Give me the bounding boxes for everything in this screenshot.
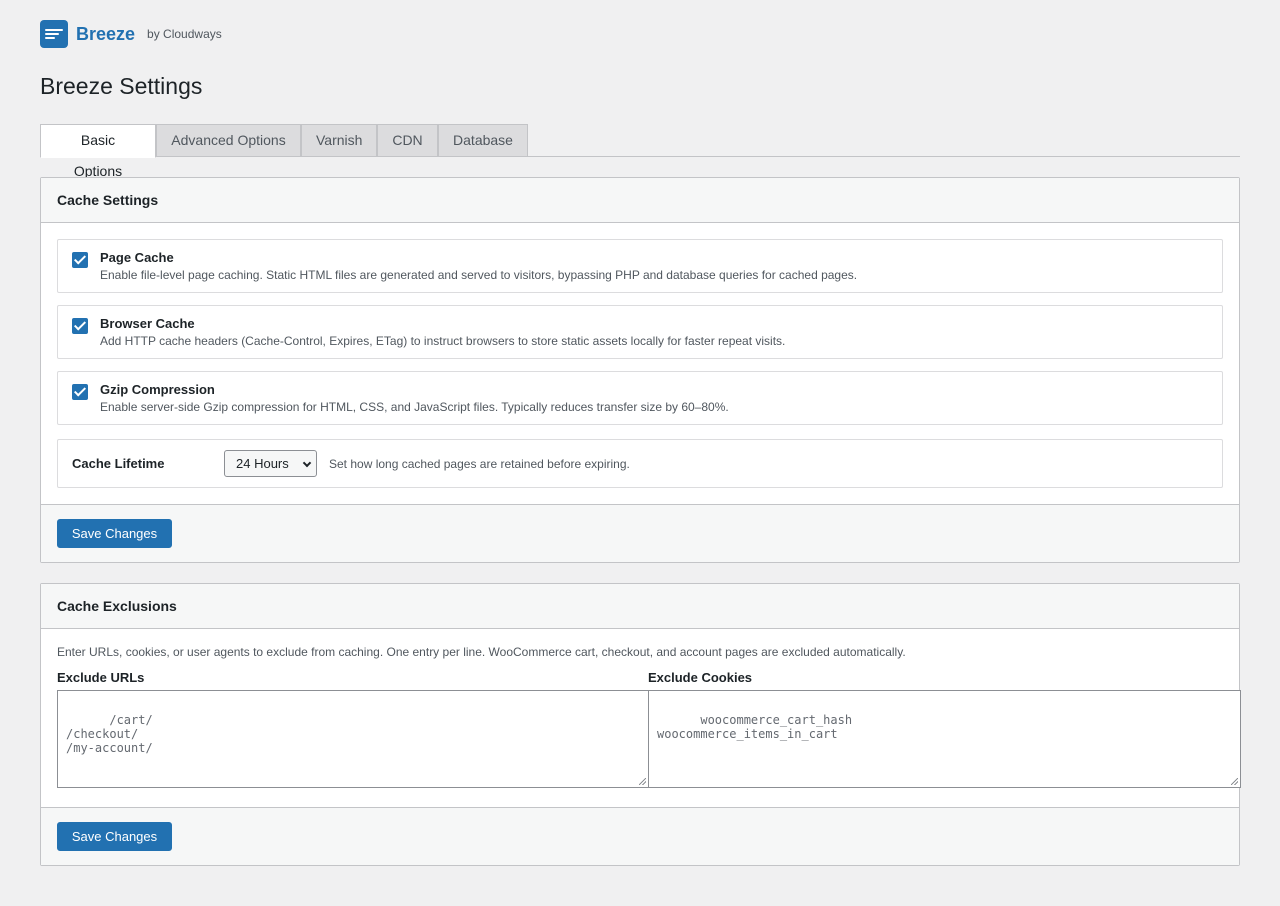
brand-name: Breeze	[76, 23, 136, 44]
page-cache-checkbox[interactable]	[72, 252, 88, 268]
chevron-down-icon	[302, 458, 312, 468]
cache-exclusions-footer: Save Changes	[41, 807, 1239, 865]
tab-varnish[interactable]: Varnish	[301, 124, 377, 157]
tab-advanced-options[interactable]: Advanced Options	[156, 124, 301, 157]
cache-settings-footer: Save Changes	[41, 504, 1239, 562]
page-cache-option: Page Cache Enable file-level page cachin…	[57, 239, 1223, 293]
cache-lifetime-help: Set how long cached pages are retained b…	[329, 457, 630, 471]
cache-exclusions-panel: Cache Exclusions Enter URLs, cookies, or…	[40, 583, 1241, 866]
exclude-urls-value: /cart/ /checkout/ /my-account/	[66, 713, 153, 755]
tab-database[interactable]: Database	[438, 124, 528, 157]
tab-basic-options[interactable]: Basic Options	[40, 124, 156, 179]
option-title: Page Cache	[100, 250, 174, 265]
exclude-cookies-label: Exclude Cookies	[648, 670, 753, 685]
cache-lifetime-row: Cache Lifetime 24 Hours Set how long cac…	[57, 439, 1223, 488]
exclusions-intro: Enter URLs, cookies, or user agents to e…	[57, 645, 906, 659]
resize-handle-icon[interactable]	[639, 778, 646, 785]
resize-handle-icon[interactable]	[1231, 778, 1238, 785]
tab-cdn[interactable]: CDN	[377, 124, 438, 157]
option-title: Browser Cache	[100, 316, 195, 331]
gzip-compression-checkbox[interactable]	[72, 384, 88, 400]
gzip-compression-option: Gzip Compression Enable server-side Gzip…	[57, 371, 1223, 425]
cache-exclusions-title: Cache Exclusions	[41, 584, 1239, 629]
page-title: Breeze Settings	[40, 73, 203, 99]
cache-lifetime-value: 24 Hours	[236, 456, 289, 471]
option-description: Enable server-side Gzip compression for …	[100, 400, 729, 414]
save-changes-button[interactable]: Save Changes	[57, 519, 172, 548]
exclude-urls-textarea[interactable]: /cart/ /checkout/ /my-account/	[57, 690, 649, 788]
cache-settings-panel: Cache Settings Page Cache Enable file-le…	[40, 177, 1240, 563]
brand-header: Breeze by Cloudways	[40, 20, 222, 48]
cache-settings-title: Cache Settings	[41, 178, 1239, 223]
option-title: Gzip Compression	[100, 382, 215, 397]
save-changes-button[interactable]: Save Changes	[57, 822, 172, 851]
option-description: Enable file-level page caching. Static H…	[100, 268, 858, 282]
browser-cache-option: Browser Cache Add HTTP cache headers (Ca…	[57, 305, 1223, 359]
browser-cache-checkbox[interactable]	[72, 318, 88, 334]
exclude-urls-label: Exclude URLs	[57, 670, 145, 685]
breeze-logo-icon	[40, 20, 68, 48]
exclude-cookies-textarea[interactable]: woocommerce_cart_hash woocommerce_items_…	[648, 690, 1241, 788]
settings-tabs: Basic Options Advanced Options Varnish C…	[40, 124, 1240, 179]
option-description: Add HTTP cache headers (Cache-Control, E…	[100, 334, 786, 348]
brand-byline: by Cloudways	[147, 27, 222, 41]
cache-lifetime-label: Cache Lifetime	[72, 456, 165, 471]
cache-lifetime-select[interactable]: 24 Hours	[224, 450, 317, 477]
exclude-cookies-value: woocommerce_cart_hash woocommerce_items_…	[657, 713, 853, 741]
